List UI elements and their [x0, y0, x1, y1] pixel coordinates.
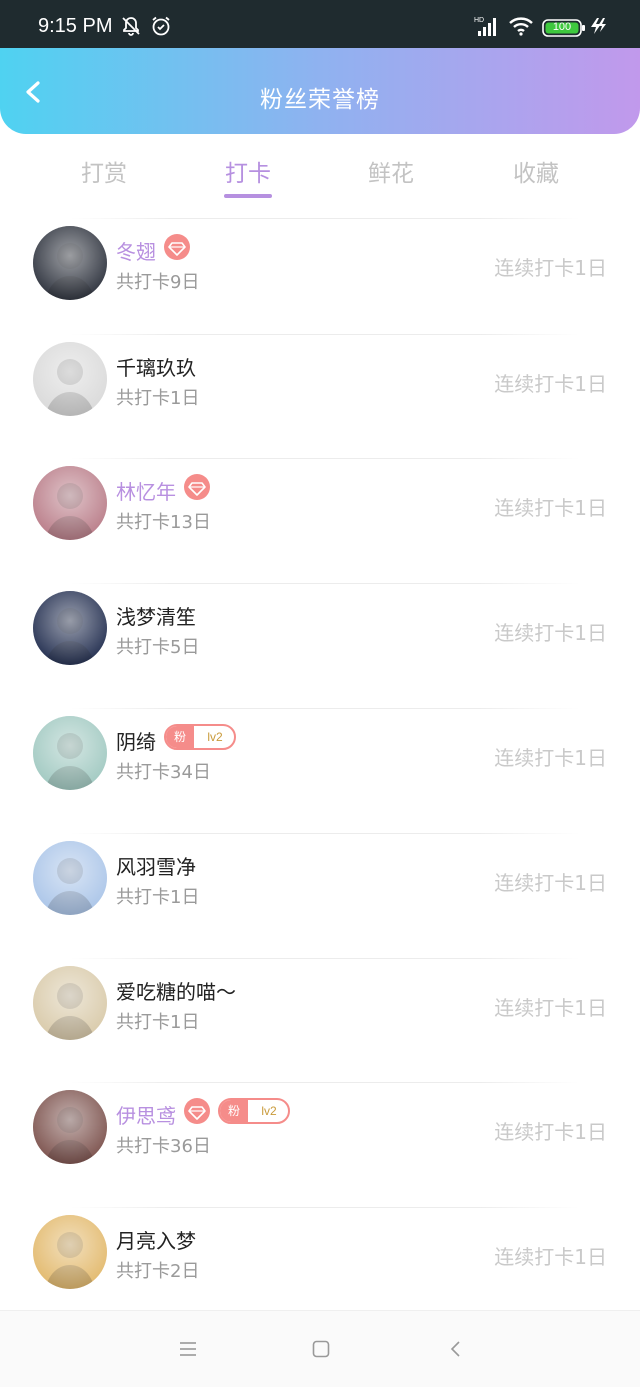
alarm-icon [150, 15, 172, 41]
row-divider [70, 1082, 580, 1083]
fan-name: 爱吃糖的喵～ [116, 980, 236, 1004]
total-checkins: 共打卡5日 [116, 637, 200, 658]
tab-bar: 打赏 打卡 鲜花 收藏 [0, 134, 640, 214]
avatar[interactable] [33, 966, 107, 1040]
fan-row[interactable]: 风羽雪净共打卡1日 连续打卡1日 [0, 833, 640, 957]
row-divider [70, 833, 580, 834]
fan-row[interactable]: 爱吃糖的喵～ 共打卡1日 连续打卡1日 [0, 958, 640, 1082]
diamond-badge-icon [164, 234, 190, 260]
fan-level-badge: 粉 lv2 [164, 724, 236, 750]
total-checkins: 共打卡9日 [116, 272, 200, 293]
bell-off-icon [120, 15, 142, 41]
avatar[interactable] [33, 591, 107, 665]
tab-checkin[interactable]: 打卡 [198, 154, 298, 188]
status-time: 9:15 PM [38, 15, 113, 37]
fan-name: 月亮入梦 [116, 1229, 196, 1253]
system-nav-bar [0, 1310, 640, 1387]
tab-favorites[interactable]: 收藏 [486, 154, 586, 188]
avatar[interactable] [33, 466, 107, 540]
row-divider [70, 458, 580, 459]
total-checkins: 共打卡1日 [116, 388, 200, 409]
fan-row[interactable]: 浅梦清笙共打卡5日 连续打卡1日 [0, 583, 640, 707]
streak-label: 连续打卡1日 [494, 372, 607, 396]
total-checkins: 共打卡13日 [116, 512, 211, 533]
fan-name: 阴绮 [116, 730, 156, 754]
diamond-badge-icon [184, 1098, 210, 1124]
streak-label: 连续打卡1日 [494, 871, 607, 895]
total-checkins: 共打卡1日 [116, 887, 200, 908]
avatar[interactable] [33, 841, 107, 915]
menu-icon[interactable] [178, 1339, 198, 1359]
total-checkins: 共打卡1日 [116, 1012, 200, 1033]
total-checkins: 共打卡2日 [116, 1261, 200, 1282]
fan-name: 冬翅 [116, 240, 156, 264]
fan-name: 风羽雪净 [116, 855, 196, 879]
fan-name: 伊思鸢 [116, 1104, 176, 1128]
fan-badge-label: 粉 [220, 1100, 248, 1122]
fan-level-badge: 粉 lv2 [218, 1098, 290, 1124]
total-checkins: 共打卡36日 [116, 1136, 211, 1157]
battery-level: 100 [552, 21, 572, 33]
wifi-icon [508, 15, 534, 41]
back-chevron-icon[interactable] [446, 1339, 466, 1359]
fan-row[interactable]: 阴绮粉 lv2 共打卡34日 连续打卡1日 [0, 708, 640, 832]
page-title: 粉丝荣誉榜 [260, 87, 380, 113]
status-bar: 9:15 PM HD 100 [0, 0, 640, 48]
streak-label: 连续打卡1日 [494, 1120, 607, 1144]
fan-badge-label: 粉 [166, 726, 194, 748]
row-divider [70, 1207, 580, 1208]
fan-badge-level: lv2 [207, 730, 223, 744]
streak-label: 连续打卡1日 [494, 621, 607, 645]
svg-text:HD: HD [474, 17, 484, 24]
tab-tips[interactable]: 打赏 [54, 154, 154, 188]
fan-row[interactable]: 伊思鸢 粉 lv2 共打卡36日 连续打卡1日 [0, 1082, 640, 1206]
fan-row[interactable]: 林忆年共打卡13日 连续打卡1日 [0, 458, 640, 582]
row-divider [70, 218, 580, 219]
home-square-icon[interactable] [311, 1339, 331, 1359]
total-checkins: 共打卡34日 [116, 762, 211, 783]
streak-label: 连续打卡1日 [494, 496, 607, 520]
streak-label: 连续打卡1日 [494, 996, 607, 1020]
signal-icon: HD [474, 15, 500, 41]
fan-badge-level: lv2 [261, 1104, 277, 1118]
fan-row[interactable]: 千璃玖玖共打卡1日 连续打卡1日 [0, 334, 640, 458]
fan-name: 千璃玖玖 [116, 356, 196, 380]
streak-label: 连续打卡1日 [494, 746, 607, 770]
avatar[interactable] [33, 226, 107, 300]
diamond-badge-icon [184, 474, 210, 500]
row-divider [70, 334, 580, 335]
avatar[interactable] [33, 1090, 107, 1164]
header-bar: 粉丝荣誉榜 [0, 48, 640, 134]
avatar[interactable] [33, 716, 107, 790]
row-divider [70, 958, 580, 959]
streak-label: 连续打卡1日 [494, 256, 607, 280]
charging-icon [588, 15, 608, 41]
row-divider [70, 583, 580, 584]
fan-name: 林忆年 [116, 480, 176, 504]
active-tab-indicator [224, 194, 272, 198]
streak-label: 连续打卡1日 [494, 1245, 607, 1269]
fan-name: 浅梦清笙 [116, 605, 196, 629]
avatar[interactable] [33, 1215, 107, 1289]
avatar[interactable] [33, 342, 107, 416]
tab-flowers[interactable]: 鲜花 [341, 154, 441, 188]
row-divider [70, 708, 580, 709]
fan-row[interactable]: 冬翅共打卡9日 连续打卡1日 [0, 218, 640, 342]
